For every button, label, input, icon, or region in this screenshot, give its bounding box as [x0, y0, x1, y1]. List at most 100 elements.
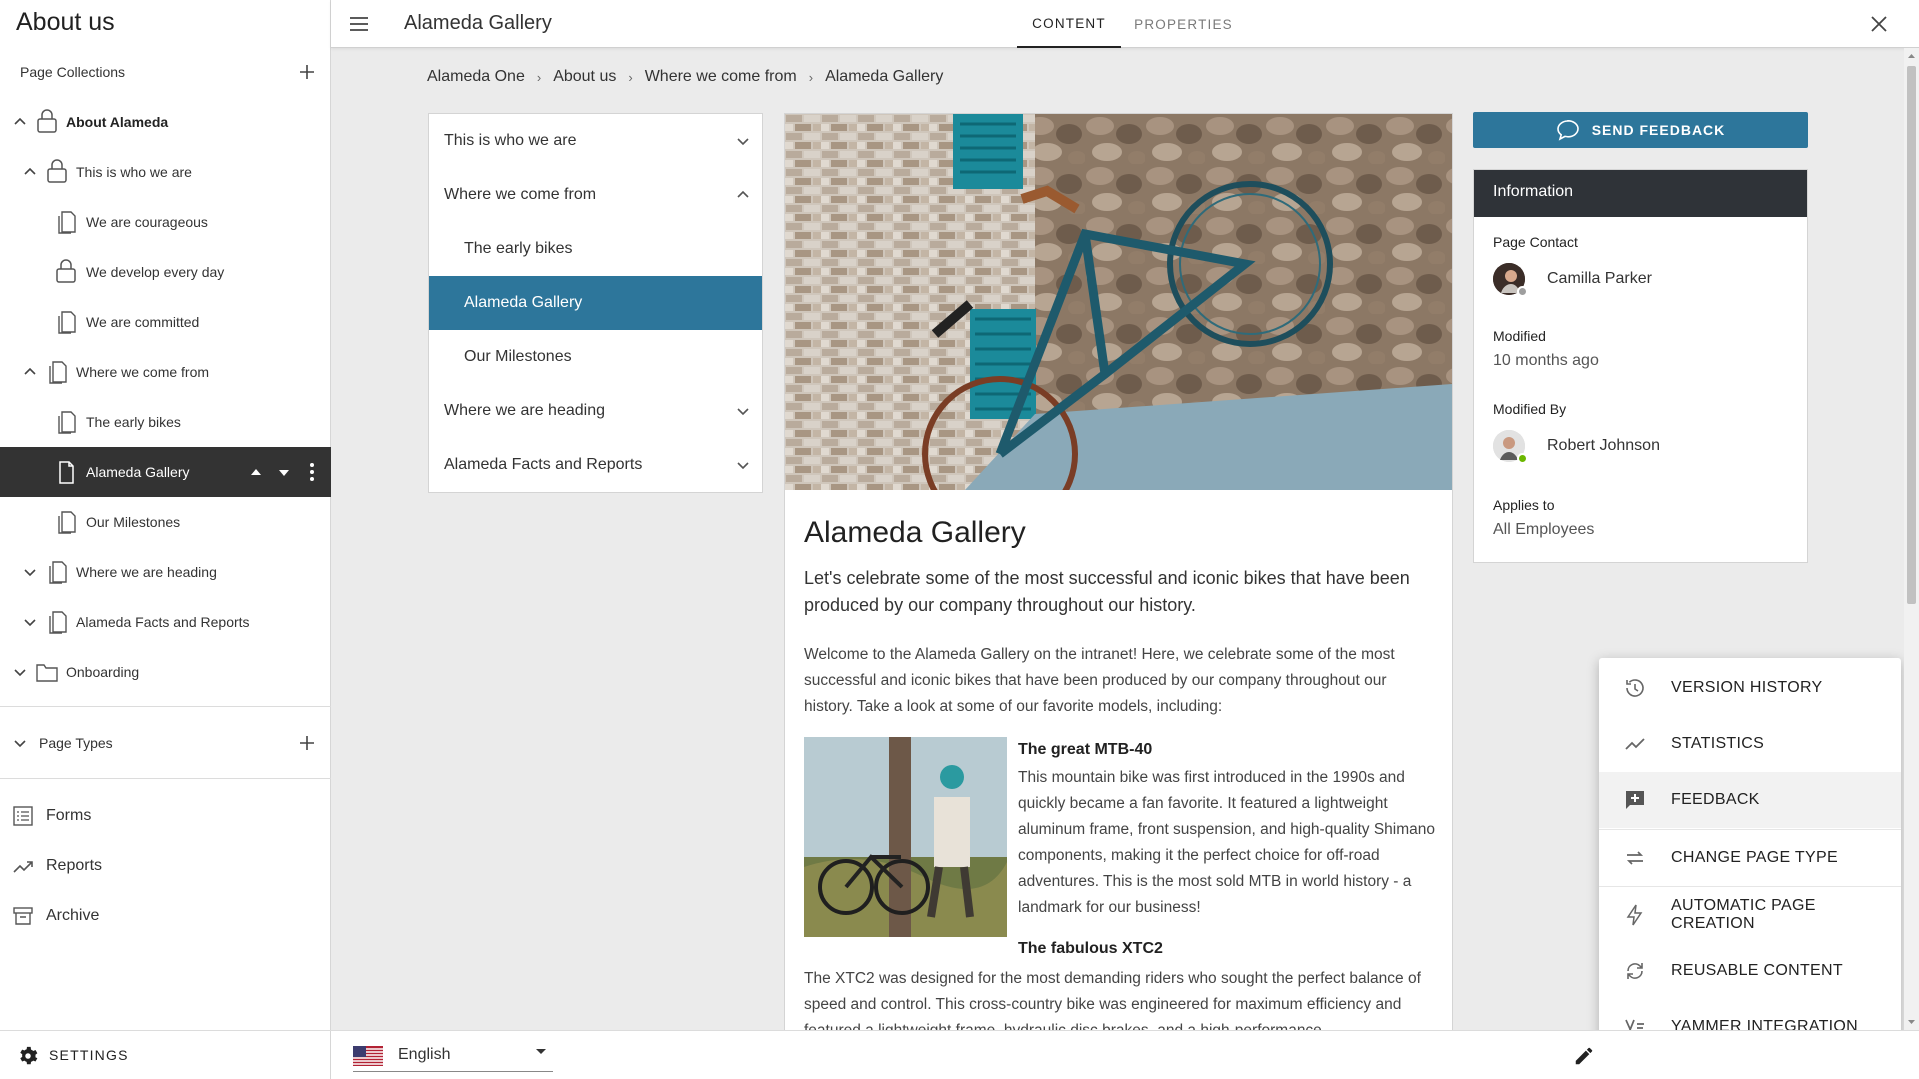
chevron-up-icon[interactable] [734, 186, 752, 204]
tree-item-where-we-come-from[interactable]: Where we come from [0, 347, 331, 397]
page-nav-label: Where we are heading [444, 402, 605, 419]
applies-to-value: All Employees [1493, 521, 1595, 538]
history-icon [1626, 679, 1644, 697]
tree-item-where-we-are-heading[interactable]: Where we are heading [0, 547, 331, 597]
page-icon [58, 311, 76, 334]
tree-item-label: Our Milestones [86, 514, 181, 530]
page-nav-label: Alameda Facts and Reports [444, 456, 643, 473]
menu-item-reusable-content[interactable]: REUSABLE CONTENT [1599, 943, 1901, 999]
information-heading: Information [1474, 170, 1807, 217]
section1-title: The great MTB-40 [1018, 741, 1153, 758]
tree-item-alameda-gallery[interactable]: Alameda Gallery [0, 447, 331, 497]
sidebar-link-reports[interactable]: Reports [0, 841, 331, 891]
tree-item-onboarding[interactable]: Onboarding [0, 647, 331, 697]
tab-properties[interactable]: PROPERTIES [1131, 0, 1236, 48]
send-feedback-button[interactable]: SEND FEEDBACK [1473, 112, 1808, 148]
page-nav-item[interactable]: Where we are heading [429, 384, 762, 438]
tree-item-label: This is who we are [76, 164, 192, 180]
scroll-down-icon[interactable] [1907, 1018, 1916, 1026]
lightning-icon [1626, 904, 1643, 926]
page-nav-item[interactable]: Our Milestones [429, 330, 762, 384]
content-scrollbar[interactable] [1904, 48, 1919, 1030]
chevron-up-icon[interactable] [21, 163, 39, 181]
tree-item-we-are-committed[interactable]: We are committed [0, 297, 331, 347]
language-select[interactable]: English [353, 1039, 553, 1072]
menu-item-label: CHANGE PAGE TYPE [1671, 849, 1838, 866]
page-nav-item-active[interactable]: Alameda Gallery [429, 276, 762, 330]
chevron-up-icon[interactable] [11, 113, 29, 131]
bottom-bar: English [331, 1030, 1919, 1079]
settings-button[interactable]: SETTINGS [0, 1030, 331, 1079]
page-nav-item[interactable]: The early bikes [429, 222, 762, 276]
menu-item-label: FEEDBACK [1671, 791, 1760, 808]
send-feedback-label: SEND FEEDBACK [1591, 122, 1726, 138]
page-nav-item[interactable]: Alameda Facts and Reports [429, 438, 762, 492]
tree-item-our-milestones[interactable]: Our Milestones [0, 497, 331, 547]
page-title: Alameda Gallery [404, 12, 552, 34]
hero-image [785, 114, 1452, 490]
page-content: Alameda Gallery Let's celebrate some of … [784, 113, 1453, 1031]
modified-by-label: Modified By [1493, 401, 1567, 417]
breadcrumb-item[interactable]: Where we come from [645, 68, 797, 86]
page-types-header[interactable]: Page Types [0, 723, 331, 763]
chevron-down-icon[interactable] [734, 456, 752, 474]
chevron-down-icon[interactable] [21, 613, 39, 631]
chevron-up-icon[interactable] [21, 363, 39, 381]
scrollbar-thumb[interactable] [1907, 66, 1916, 604]
swap-icon [1626, 851, 1644, 865]
chevron-down-icon[interactable] [11, 663, 29, 681]
menu-item-feedback[interactable]: FEEDBACK [1599, 772, 1901, 828]
tab-content[interactable]: CONTENT [1017, 0, 1121, 48]
scroll-up-icon[interactable] [1907, 52, 1916, 60]
edit-pencil-icon[interactable] [1573, 1045, 1595, 1067]
menu-icon[interactable] [348, 14, 370, 34]
menu-item-version-history[interactable]: VERSION HISTORY [1599, 660, 1901, 716]
move-down-icon[interactable] [275, 463, 293, 481]
page-collections-label: Page Collections [20, 64, 126, 80]
page-nav-item[interactable]: This is who we are [429, 114, 762, 168]
move-up-icon[interactable] [247, 463, 265, 481]
page-actions-menu: VERSION HISTORY STATISTICS FEEDBACK CHAN… [1599, 658, 1901, 1068]
chevron-down-icon[interactable] [734, 402, 752, 420]
page-navigation: This is who we are Where we come from Th… [428, 113, 763, 493]
tree-item-about-alameda[interactable]: About Alameda [0, 97, 331, 147]
breadcrumb-item[interactable]: About us [553, 68, 616, 86]
page-icon [49, 361, 67, 384]
trending-icon [1625, 738, 1645, 750]
add-page-type-button[interactable] [295, 731, 319, 755]
sidebar-link-archive[interactable]: Archive [0, 891, 331, 941]
lock-icon [47, 159, 67, 183]
page-contact[interactable]: Camilla Parker [1493, 263, 1652, 297]
sidebar-link-label: Forms [46, 807, 92, 824]
breadcrumb-separator-icon: › [628, 69, 633, 85]
close-icon[interactable] [1869, 14, 1889, 34]
add-page-collection-button[interactable] [295, 60, 319, 84]
menu-item-statistics[interactable]: STATISTICS [1599, 716, 1901, 772]
tree-item-label: We are courageous [86, 214, 208, 230]
modified-by[interactable]: Robert Johnson [1493, 430, 1660, 464]
menu-item-label: AUTOMATIC PAGE CREATION [1671, 897, 1816, 932]
page-nav-label: The early bikes [464, 240, 573, 257]
gear-icon [20, 1046, 38, 1065]
content-intro: Welcome to the Alameda Gallery on the in… [804, 646, 1395, 715]
tree-item-the-early-bikes[interactable]: The early bikes [0, 397, 331, 447]
avatar [1493, 263, 1528, 297]
chevron-down-icon[interactable] [21, 563, 39, 581]
page-nav-item[interactable]: Where we come from [429, 168, 762, 222]
page-icon [58, 411, 76, 434]
chevron-down-icon[interactable] [734, 132, 752, 150]
more-vertical-icon[interactable] [303, 460, 321, 484]
tree-item-we-are-courageous[interactable]: We are courageous [0, 197, 331, 247]
menu-item-change-page-type[interactable]: CHANGE PAGE TYPE [1599, 830, 1901, 886]
dropdown-arrow-icon[interactable] [535, 1048, 547, 1056]
tree-item-alameda-facts-and-reports[interactable]: Alameda Facts and Reports [0, 597, 331, 647]
tree-item-we-develop-every-day[interactable]: We develop every day [0, 247, 331, 297]
menu-item-automatic-page-creation[interactable]: AUTOMATIC PAGE CREATION [1599, 887, 1901, 943]
page-nav-label: Where we come from [444, 186, 597, 203]
breadcrumb-item[interactable]: Alameda One [427, 68, 525, 86]
tree-item-this-is-who-we-are[interactable]: This is who we are [0, 147, 331, 197]
sidebar-link-forms[interactable]: Forms [0, 791, 331, 841]
tree-item-label: Alameda Facts and Reports [76, 614, 250, 630]
chevron-down-icon[interactable] [11, 734, 29, 752]
menu-item-label: STATISTICS [1671, 735, 1765, 752]
